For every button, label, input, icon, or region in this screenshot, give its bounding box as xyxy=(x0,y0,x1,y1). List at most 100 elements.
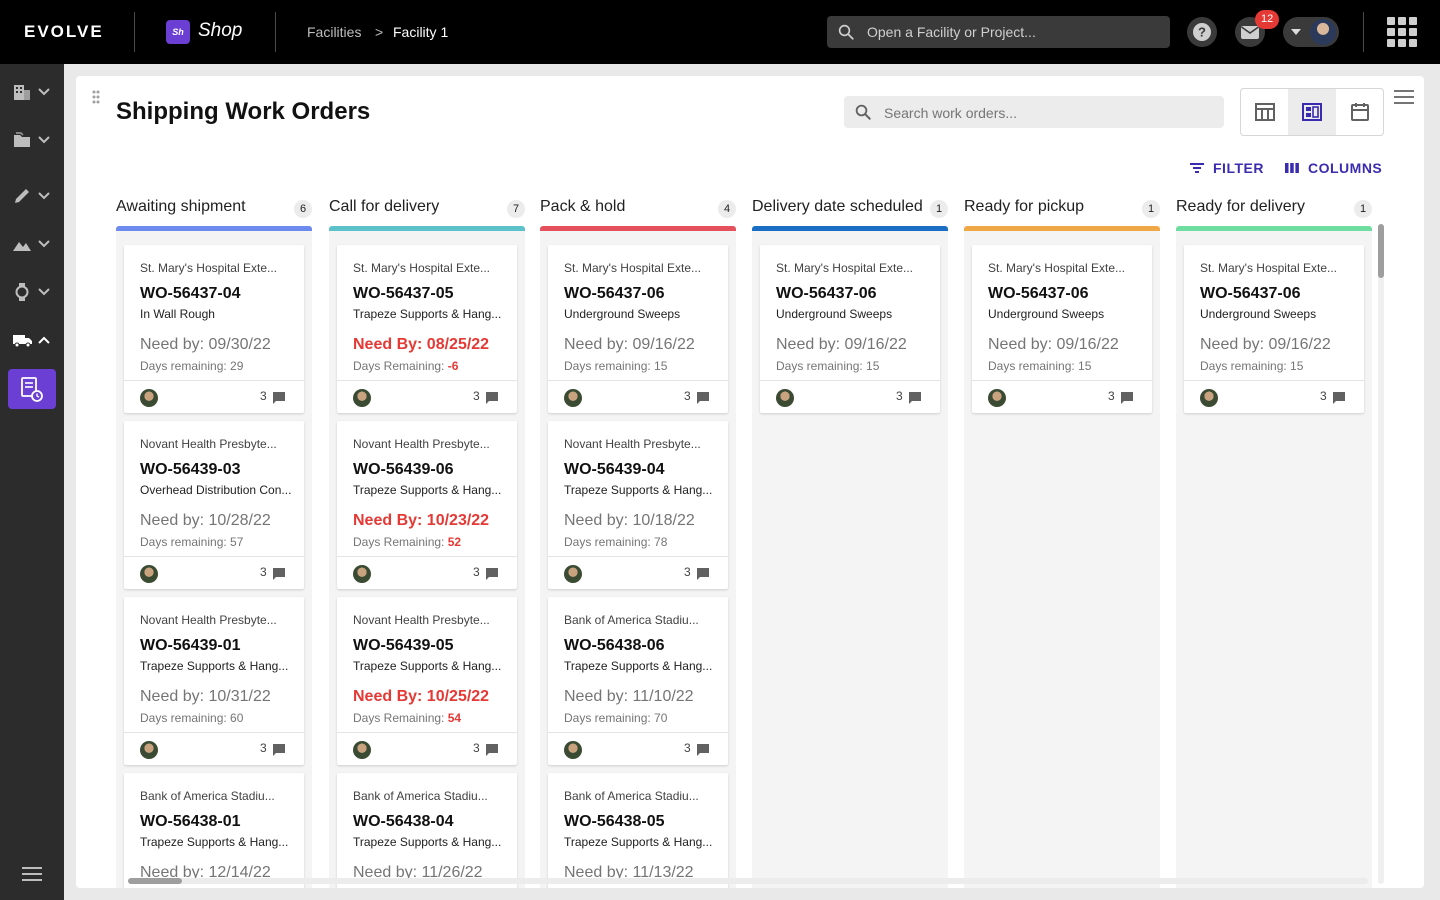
work-order-card[interactable]: Bank of America Stadiu... WO-56438-05 Trap… xyxy=(548,773,728,888)
nav-field[interactable] xyxy=(8,228,56,260)
facility-search-input[interactable]: Open a Facility or Project... xyxy=(827,16,1170,48)
apps-grid-icon[interactable] xyxy=(1387,17,1417,47)
help-button[interactable]: ? xyxy=(1187,17,1217,47)
assignee-avatar[interactable] xyxy=(353,741,371,759)
assignee-avatar[interactable] xyxy=(140,741,158,759)
table-icon xyxy=(1255,103,1275,121)
work-order-search-input[interactable]: Search work orders... xyxy=(844,96,1224,128)
days-remaining-label: Days remaining: xyxy=(140,359,231,373)
work-order-card[interactable]: Novant Health Presbyte... WO-56439-01 Trap… xyxy=(124,597,304,765)
card-description: Trapeze Supports & Hang... xyxy=(353,659,502,673)
app-name[interactable]: Shop xyxy=(198,20,242,42)
assignee-avatar[interactable] xyxy=(988,389,1006,407)
nav-shipping[interactable] xyxy=(8,324,56,356)
column-body: St. Mary's Hospital Exte... WO-56437-06 Un… xyxy=(752,231,948,888)
topbar-divider xyxy=(134,12,135,52)
assignee-avatar[interactable] xyxy=(776,389,794,407)
chevron-up-icon xyxy=(38,336,50,344)
card-days-remaining: Days remaining: 70 xyxy=(564,711,667,725)
card-days-remaining: Days remaining: 15 xyxy=(564,359,667,373)
nav-watch[interactable] xyxy=(8,276,56,308)
shop-app-icon[interactable]: Sh xyxy=(166,20,190,44)
scrollbar-thumb[interactable] xyxy=(128,878,182,884)
days-remaining-label: Days remaining: xyxy=(564,359,655,373)
column-header: Ready for delivery 1 xyxy=(1176,198,1372,222)
card-divider xyxy=(548,732,728,733)
card-need-by-date: Need by: 10/31/22 xyxy=(140,688,271,705)
card-divider xyxy=(124,380,304,381)
nav-projects[interactable] xyxy=(8,124,56,156)
assignee-avatar[interactable] xyxy=(564,565,582,583)
card-work-order-number: WO-56438-01 xyxy=(140,813,241,830)
assignee-avatar[interactable] xyxy=(353,389,371,407)
card-description: Trapeze Supports & Hang... xyxy=(353,835,502,849)
work-order-card[interactable]: Bank of America Stadiu... WO-56438-04 Trap… xyxy=(337,773,517,888)
card-work-order-number: WO-56438-05 xyxy=(564,813,665,830)
card-description: Underground Sweeps xyxy=(1200,307,1317,321)
assignee-avatar[interactable] xyxy=(1200,389,1218,407)
card-need-by-date: Need by: 09/16/22 xyxy=(776,336,907,353)
calendar-view-button[interactable] xyxy=(1336,89,1384,135)
svg-text:?: ? xyxy=(1198,25,1206,40)
work-order-card[interactable]: Novant Health Presbyte... WO-56439-03 Over… xyxy=(124,421,304,589)
chevron-down-icon xyxy=(38,192,50,200)
work-order-card[interactable]: St. Mary's Hospital Exte... WO-56437-06 Un… xyxy=(548,245,728,413)
horizontal-scrollbar[interactable] xyxy=(128,878,1368,884)
column-count-badge: 6 xyxy=(294,200,312,218)
card-facility: St. Mary's Hospital Exte... xyxy=(140,261,277,275)
work-order-card[interactable]: Novant Health Presbyte... WO-56439-04 Trap… xyxy=(548,421,728,589)
evolve-logo[interactable]: EVOLVE xyxy=(24,22,104,42)
filter-icon xyxy=(1190,163,1204,173)
board-view-button[interactable] xyxy=(1288,89,1336,135)
work-order-card[interactable]: Bank of America Stadiu... WO-56438-06 Trap… xyxy=(548,597,728,765)
assignee-avatar[interactable] xyxy=(353,565,371,583)
days-remaining-label: Days remaining: xyxy=(140,887,230,888)
card-days-remaining: Days remaining: 60 xyxy=(140,711,243,725)
days-remaining-value: 86 xyxy=(443,887,456,888)
comment-icon xyxy=(909,392,921,404)
card-days-remaining: Days Remaining: 52 xyxy=(353,535,461,549)
card-work-order-number: WO-56437-06 xyxy=(1200,285,1301,302)
comment-icon xyxy=(273,392,285,404)
scrollbar-thumb[interactable] xyxy=(1378,224,1384,278)
nav-shipping-work-orders[interactable] xyxy=(8,369,56,409)
panel-menu-icon[interactable] xyxy=(1394,90,1414,104)
card-days-remaining: Days remaining: 104 xyxy=(140,887,250,888)
days-remaining-value: 15 xyxy=(1290,359,1304,373)
work-order-card[interactable]: St. Mary's Hospital Exte... WO-56437-06 Un… xyxy=(972,245,1152,413)
card-work-order-number: WO-56439-01 xyxy=(140,637,241,654)
assignee-avatar[interactable] xyxy=(140,389,158,407)
breadcrumb-facilities[interactable]: Facilities xyxy=(307,24,361,40)
comment-count: 3 xyxy=(684,741,691,755)
nav-design[interactable] xyxy=(8,180,56,212)
vertical-scrollbar[interactable] xyxy=(1378,224,1384,884)
assignee-avatar[interactable] xyxy=(140,565,158,583)
comment-count: 3 xyxy=(260,565,267,579)
nav-facilities[interactable] xyxy=(8,76,56,108)
assignee-avatar[interactable] xyxy=(564,389,582,407)
view-switcher xyxy=(1240,88,1384,136)
user-menu-button[interactable] xyxy=(1283,17,1339,47)
card-days-remaining: Days Remaining: -6 xyxy=(353,359,458,373)
column-title: Call for delivery xyxy=(329,198,440,215)
assignee-avatar[interactable] xyxy=(564,741,582,759)
work-order-card[interactable]: Novant Health Presbyte... WO-56439-06 Trap… xyxy=(337,421,517,589)
card-description: Trapeze Supports & Hang... xyxy=(140,835,289,849)
drag-handle-icon[interactable] xyxy=(92,90,100,104)
card-facility: Novant Health Presbyte... xyxy=(564,437,701,451)
folder-icon xyxy=(14,132,30,147)
work-order-card[interactable]: St. Mary's Hospital Exte... WO-56437-06 Un… xyxy=(1184,245,1364,413)
comment-count: 3 xyxy=(473,565,480,579)
work-order-card[interactable]: Novant Health Presbyte... WO-56439-05 Trap… xyxy=(337,597,517,765)
columns-label: COLUMNS xyxy=(1308,160,1383,176)
work-order-card[interactable]: St. Mary's Hospital Exte... WO-56437-05 Tr… xyxy=(337,245,517,413)
menu-icon[interactable] xyxy=(22,867,42,881)
comment-icon xyxy=(273,568,285,580)
work-order-card[interactable]: St. Mary's Hospital Exte... WO-56437-04 In… xyxy=(124,245,304,413)
work-order-card[interactable]: Bank of America Stadiu... WO-56438-01 Trap… xyxy=(124,773,304,888)
days-remaining-value: 54 xyxy=(447,711,462,725)
card-divider xyxy=(1184,380,1364,381)
breadcrumb-facility-1[interactable]: Facility 1 xyxy=(393,24,448,40)
work-order-card[interactable]: St. Mary's Hospital Exte... WO-56437-06 Un… xyxy=(760,245,940,413)
table-view-button[interactable] xyxy=(1241,89,1289,135)
